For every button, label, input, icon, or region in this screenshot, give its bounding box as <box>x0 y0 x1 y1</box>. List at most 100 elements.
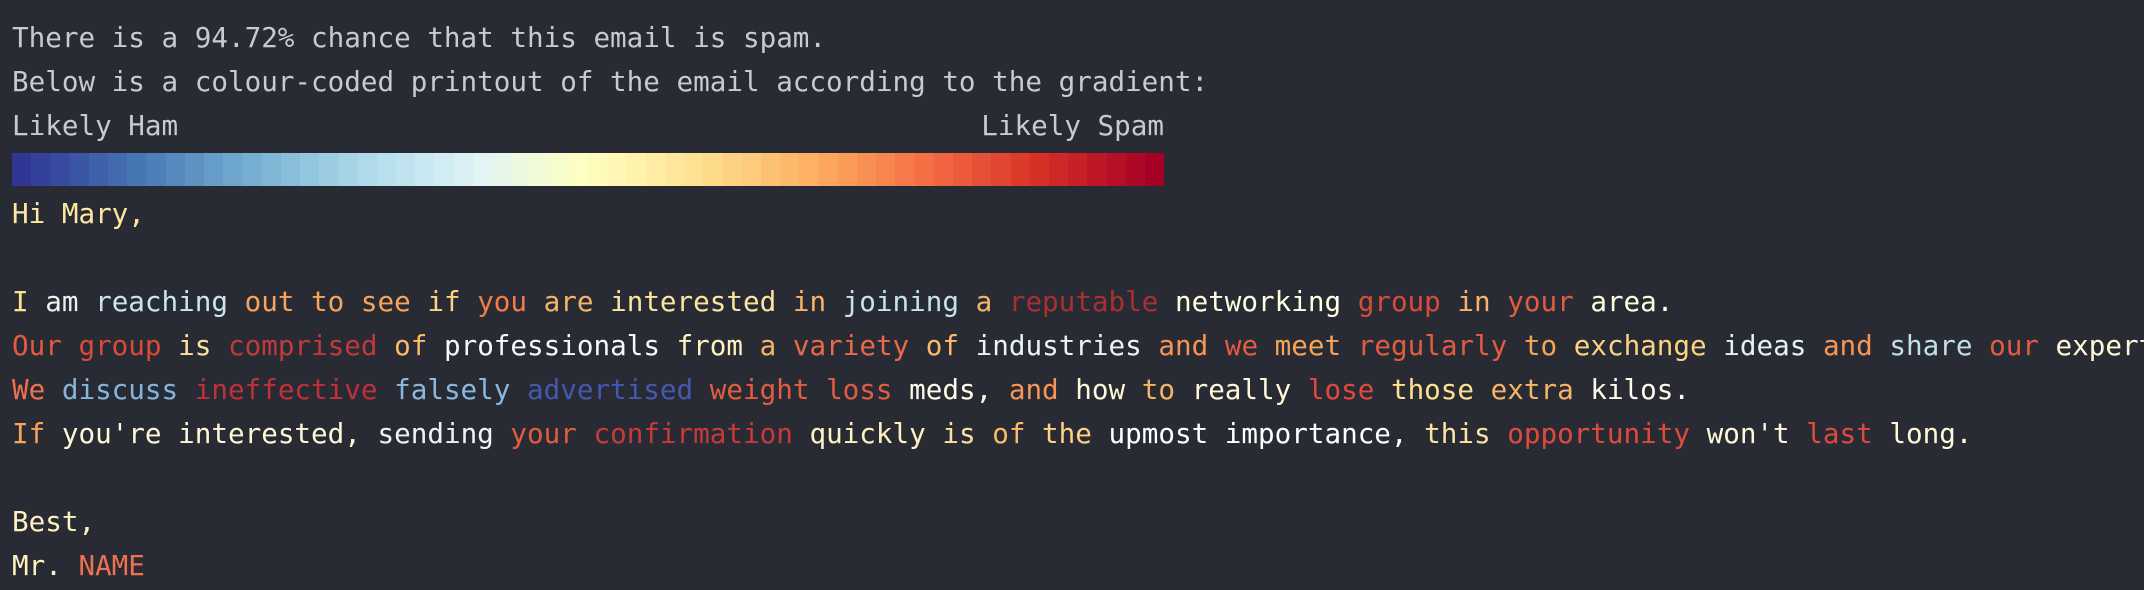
email-word: NAME <box>78 549 145 582</box>
email-word: I <box>12 285 46 318</box>
email-word: comprised <box>227 329 395 362</box>
email-word: area. <box>1590 285 1674 318</box>
gradient-swatch <box>31 153 51 186</box>
email-word: a <box>975 285 1009 318</box>
gradient-swatch <box>1048 153 1069 186</box>
gradient-swatch <box>50 153 70 186</box>
email-word: in <box>792 285 843 318</box>
gradient-swatch <box>1068 153 1088 186</box>
email-word: lose <box>1307 373 1391 406</box>
gradient-swatch <box>799 153 819 186</box>
gradient-swatch <box>415 153 435 186</box>
email-word: discuss <box>61 373 195 406</box>
email-word: see <box>360 285 428 318</box>
email-word: ideas <box>1723 329 1823 362</box>
email-word: exchange <box>1573 329 1724 362</box>
gradient-swatch <box>895 153 915 186</box>
email-line: Hi Mary, <box>12 192 2132 236</box>
gradient-legend-labels: Likely Ham Likely Spam <box>12 104 1164 148</box>
email-word: from <box>676 329 760 362</box>
email-word: is <box>942 417 993 450</box>
email-word: loss <box>826 373 910 406</box>
email-word: out <box>244 285 312 318</box>
gradient-swatch <box>1144 153 1165 186</box>
email-word: confirmation <box>593 417 810 450</box>
email-word: and <box>1008 373 1076 406</box>
email-word: we <box>1224 329 1275 362</box>
printout-description-line: Below is a colour-coded printout of the … <box>12 65 1209 98</box>
gradient-swatch <box>1087 153 1107 186</box>
gradient-swatch <box>626 153 646 186</box>
gradient-swatch <box>972 153 992 186</box>
gradient-swatch <box>1125 153 1145 186</box>
email-word: advertised <box>527 373 710 406</box>
email-word: interested, <box>178 417 378 450</box>
gradient-swatch <box>453 153 473 186</box>
gradient-swatch <box>223 153 243 186</box>
gradient-swatch <box>1010 153 1030 186</box>
gradient-swatch <box>549 153 569 186</box>
email-word: falsely <box>394 373 528 406</box>
gradient-swatch <box>703 153 723 186</box>
gradient-swatch <box>952 153 973 186</box>
email-word: sending <box>377 417 511 450</box>
email-word: and <box>1822 329 1890 362</box>
email-word: reaching <box>95 285 245 318</box>
gradient-swatch <box>837 153 857 186</box>
email-word: long. <box>1889 417 1973 450</box>
ham-spam-gradient-bar <box>12 153 1165 186</box>
gradient-swatch <box>588 153 608 186</box>
email-word: Hi <box>12 197 62 230</box>
email-word: If <box>12 417 62 450</box>
email-word: reputable <box>1008 285 1175 318</box>
gradient-swatch <box>204 153 224 186</box>
gradient-swatch <box>88 153 109 186</box>
email-line: Best, <box>12 500 2132 544</box>
email-word: you're <box>61 417 179 450</box>
email-word: group <box>78 329 179 362</box>
colour-coded-email: Hi Mary, I am reaching out to see if you… <box>12 192 2144 588</box>
gradient-swatch <box>1106 153 1126 186</box>
gradient-swatch <box>876 153 896 186</box>
email-word: is <box>178 329 228 362</box>
email-word: ineffective <box>194 373 395 406</box>
email-word: opportunity <box>1507 417 1707 450</box>
gradient-swatch <box>319 153 339 186</box>
legend-label-spam: Likely Spam <box>981 109 1164 142</box>
email-word: a <box>759 329 793 362</box>
gradient-swatch <box>914 153 934 186</box>
email-word: weight <box>709 373 827 406</box>
email-line: Mr. NAME <box>12 544 2132 588</box>
email-word: to <box>1141 373 1192 406</box>
gradient-swatch <box>607 153 627 186</box>
email-word: Our <box>12 329 79 362</box>
gradient-swatch <box>780 153 800 186</box>
gradient-swatch <box>261 153 281 186</box>
gradient-swatch <box>146 153 166 186</box>
email-word: your <box>1507 285 1591 318</box>
gradient-swatch <box>300 153 320 186</box>
email-word: quickly <box>809 417 943 450</box>
gradient-swatch <box>664 153 685 186</box>
gradient-swatch <box>645 153 665 186</box>
email-word: in <box>1457 285 1508 318</box>
email-word: how <box>1075 373 1142 406</box>
gradient-swatch <box>12 153 32 186</box>
email-line: Our group is comprised of professionals … <box>12 324 2144 368</box>
email-word: your <box>510 417 594 450</box>
email-word: variety <box>792 329 926 362</box>
email-word: the <box>1042 417 1109 450</box>
email-word: share <box>1889 329 1990 362</box>
email-word: am <box>45 285 96 318</box>
gradient-swatch <box>933 153 953 186</box>
email-word: regularly <box>1357 329 1524 362</box>
email-word: of <box>992 417 1043 450</box>
email-word: you <box>477 285 544 318</box>
email-word: Best, <box>12 505 96 538</box>
gradient-swatch <box>684 153 704 186</box>
email-word: importance, <box>1224 417 1425 450</box>
gradient-swatch <box>376 153 397 186</box>
email-word: our <box>1989 329 2056 362</box>
gradient-swatch <box>818 153 838 186</box>
gradient-swatch <box>741 153 761 186</box>
